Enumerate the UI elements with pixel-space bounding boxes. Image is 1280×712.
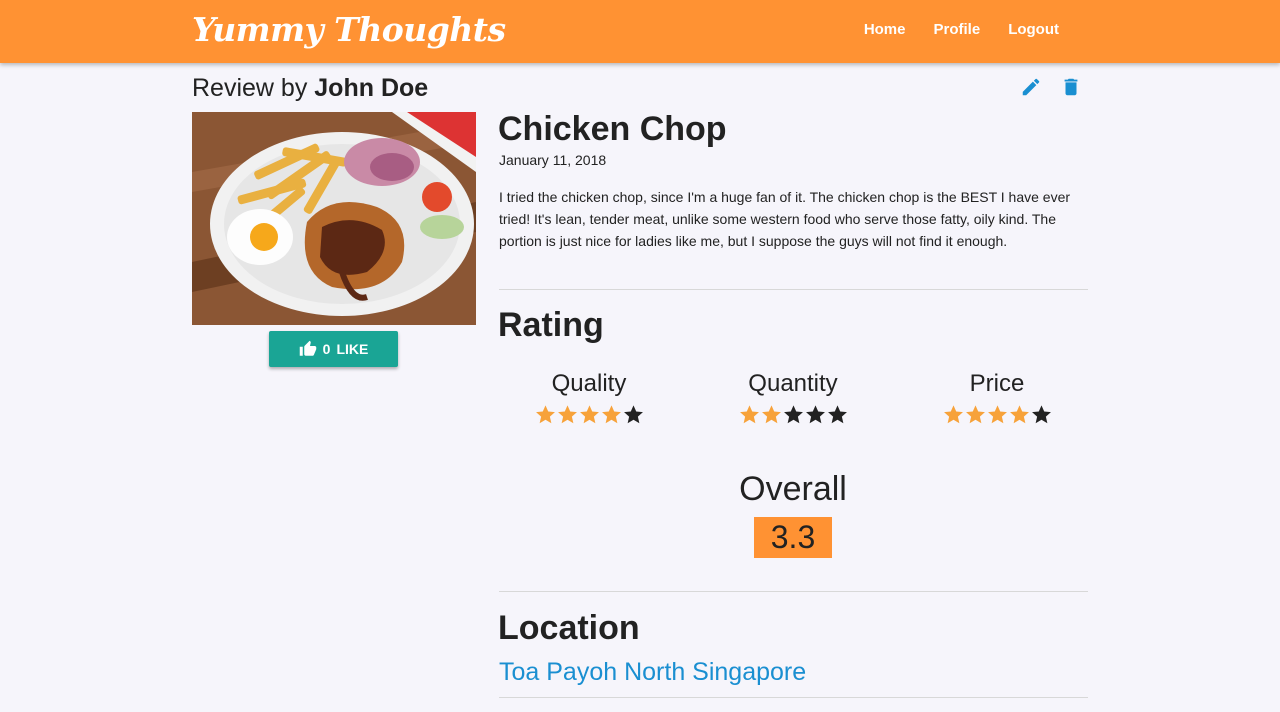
star-empty-icon [783, 405, 803, 424]
nav-logout-link[interactable]: Logout [994, 21, 1073, 38]
like-button[interactable]: 0 LIKE [269, 331, 398, 367]
main-nav: Home Profile Logout [850, 21, 1073, 38]
rating-label: Price [969, 370, 1025, 397]
top-navbar: Yummy Thoughts Home Profile Logout [0, 0, 1280, 63]
thumbs-up-icon [299, 340, 316, 356]
edit-icon[interactable] [1020, 76, 1042, 98]
location-link[interactable]: Toa Payoh North Singapore [499, 658, 806, 687]
star-empty-icon [805, 405, 825, 424]
star-filled-icon [557, 405, 577, 424]
like-label: LIKE [336, 341, 369, 357]
star-filled-icon [601, 405, 621, 424]
review-author-name: John Doe [314, 74, 429, 102]
divider [499, 591, 1088, 592]
star-filled-icon [1009, 405, 1029, 424]
overall-label: Overall [739, 470, 847, 508]
star-filled-icon [579, 405, 599, 424]
dish-photo [192, 112, 476, 325]
rating-heading: Rating [498, 306, 604, 344]
location-heading: Location [498, 609, 640, 647]
star-filled-icon [761, 405, 781, 424]
rating-label: Quantity [748, 370, 838, 397]
overall-score: 3.3 [754, 517, 832, 558]
star-empty-icon [623, 405, 643, 424]
rating-quality: Quality [499, 370, 679, 425]
rating-quantity: Quantity [703, 370, 883, 425]
nav-profile-link[interactable]: Profile [920, 21, 995, 38]
star-filled-icon [965, 405, 985, 424]
star-filled-icon [739, 405, 759, 424]
star-empty-icon [1031, 405, 1051, 424]
star-rating [499, 404, 679, 425]
dish-title: Chicken Chop [498, 110, 727, 148]
star-rating [907, 404, 1087, 425]
divider [499, 697, 1088, 698]
star-filled-icon [943, 405, 963, 424]
star-filled-icon [987, 405, 1007, 424]
star-rating [703, 404, 883, 425]
chicken-chop-image [192, 112, 476, 325]
review-by-prefix: Review by [192, 74, 308, 102]
star-filled-icon [535, 405, 555, 424]
divider [499, 289, 1088, 290]
like-count: 0 [322, 341, 331, 357]
rating-price: Price [907, 370, 1087, 425]
review-author-heading: Review by John Doe [192, 74, 428, 103]
nav-home-link[interactable]: Home [850, 21, 920, 38]
star-empty-icon [827, 405, 847, 424]
review-date: January 11, 2018 [499, 152, 607, 168]
brand-logo[interactable]: Yummy Thoughts [192, 10, 506, 49]
review-body: I tried the chicken chop, since I'm a hu… [499, 189, 1071, 249]
delete-icon[interactable] [1060, 76, 1082, 98]
rating-label: Quality [551, 370, 627, 397]
